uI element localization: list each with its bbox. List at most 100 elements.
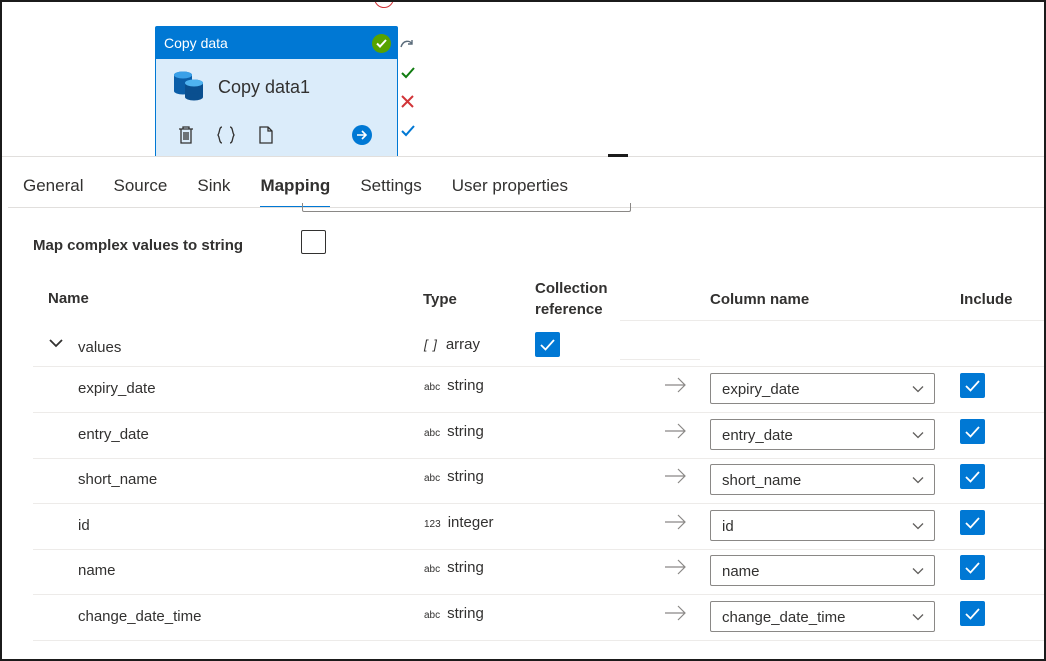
- type-badge-icon: 123: [424, 519, 441, 530]
- include-checkbox[interactable]: [960, 555, 985, 580]
- clone-icon[interactable]: [258, 126, 276, 144]
- tab-sink[interactable]: Sink: [197, 166, 230, 208]
- type-badge-icon: abc: [424, 610, 441, 621]
- failure-port-icon[interactable]: [400, 94, 415, 109]
- copy-data-activity[interactable]: Copy data Copy data1: [155, 26, 398, 156]
- column-name-value: change_date_time: [722, 609, 846, 626]
- chevron-down-icon: [912, 517, 934, 534]
- panel-divider: [2, 156, 1044, 157]
- include-checkbox[interactable]: [960, 601, 985, 626]
- arrow-right-icon: [664, 514, 688, 530]
- activity-toolbar: [156, 115, 397, 155]
- header-name: Name: [48, 290, 89, 307]
- success-port-icon[interactable]: [400, 65, 415, 80]
- parent-field-name: values: [78, 339, 122, 356]
- row-divider: [33, 503, 1044, 504]
- field-type-label: string: [447, 423, 484, 440]
- column-name-dropdown[interactable]: id: [710, 510, 935, 541]
- skip-port-icon[interactable]: [400, 36, 415, 51]
- tab-source[interactable]: Source: [113, 166, 167, 208]
- chevron-down-icon: [912, 380, 934, 397]
- success-check-icon: [372, 33, 391, 53]
- tab-general[interactable]: General: [23, 166, 83, 208]
- type-badge-icon: abc: [424, 473, 441, 484]
- header-type: Type: [423, 291, 457, 308]
- field-type: abc string: [424, 423, 484, 440]
- type-badge-icon: abc: [424, 428, 441, 439]
- arrow-right-icon: [664, 559, 688, 575]
- tab-user-properties[interactable]: User properties: [452, 166, 568, 208]
- column-name-dropdown[interactable]: entry_date: [710, 419, 935, 450]
- source-field-name: short_name: [78, 471, 158, 488]
- row-divider: [33, 594, 1044, 595]
- parent-type-label: array: [445, 336, 481, 353]
- field-type: abc string: [424, 468, 484, 485]
- type-badge-icon: abc: [424, 382, 441, 393]
- array-type-icon: [ ]: [424, 337, 438, 352]
- pipeline-canvas[interactable]: Copy data Copy data1: [2, 2, 1044, 156]
- chevron-down-icon[interactable]: [48, 337, 64, 349]
- delete-icon[interactable]: [178, 126, 194, 144]
- arrow-right-icon: [664, 423, 688, 439]
- connector-handle[interactable]: [374, 2, 394, 8]
- column-name-dropdown[interactable]: name: [710, 555, 935, 586]
- type-badge-icon: abc: [424, 564, 441, 575]
- map-complex-checkbox[interactable]: [301, 230, 326, 254]
- row-divider: [33, 549, 1044, 550]
- run-arrow-icon[interactable]: [352, 125, 372, 145]
- field-type: abc string: [424, 605, 484, 622]
- column-name-value: short_name: [722, 472, 802, 489]
- activity-body: Copy data1: [156, 59, 397, 115]
- field-type-label: string: [447, 377, 484, 394]
- header-collection-line2: reference: [535, 301, 603, 318]
- parent-type: [ ] array: [424, 336, 480, 353]
- scrolled-input-field[interactable]: [302, 203, 631, 212]
- source-field-name: id: [78, 517, 90, 534]
- field-type-label: string: [447, 468, 484, 485]
- collection-reference-checkbox[interactable]: [535, 332, 560, 357]
- row-divider: [33, 640, 1044, 641]
- tab-settings[interactable]: Settings: [360, 166, 421, 208]
- column-name-dropdown[interactable]: short_name: [710, 464, 935, 495]
- completion-port-icon[interactable]: [400, 123, 415, 138]
- activity-header: Copy data: [156, 27, 397, 59]
- properties-tabs: General Source Sink Mapping Settings Use…: [8, 166, 583, 208]
- include-checkbox[interactable]: [960, 419, 985, 444]
- chevron-down-icon: [912, 608, 934, 625]
- arrow-right-icon: [664, 605, 688, 621]
- field-type-label: string: [447, 559, 484, 576]
- column-name-value: id: [722, 518, 734, 535]
- header-collection-line1: Collection: [535, 280, 608, 297]
- include-checkbox[interactable]: [960, 373, 985, 398]
- chevron-down-icon: [912, 562, 934, 579]
- source-field-name: name: [78, 562, 116, 579]
- header-include: Include: [960, 291, 1013, 308]
- source-field-name: expiry_date: [78, 380, 156, 397]
- panel-resize-handle[interactable]: [608, 154, 628, 157]
- row-divider: [33, 366, 1044, 367]
- arrow-right-icon: [664, 377, 688, 393]
- field-type-label: integer: [447, 514, 494, 531]
- source-field-name: entry_date: [78, 426, 149, 443]
- arrow-right-icon: [664, 468, 688, 484]
- activity-name: Copy data1: [218, 76, 311, 97]
- chevron-down-icon: [912, 471, 934, 488]
- tab-mapping[interactable]: Mapping: [260, 166, 330, 208]
- header-collection-reference: Collection reference: [535, 278, 608, 320]
- chevron-down-icon: [912, 426, 934, 443]
- field-type-label: string: [447, 605, 484, 622]
- column-name-dropdown[interactable]: expiry_date: [710, 373, 935, 404]
- header-column-name: Column name: [710, 291, 810, 308]
- header-divider: [620, 320, 1044, 321]
- field-type: 123 integer: [424, 514, 494, 531]
- row-divider: [620, 359, 700, 360]
- include-checkbox[interactable]: [960, 464, 985, 489]
- field-type: abc string: [424, 559, 484, 576]
- source-field-name: change_date_time: [78, 608, 202, 625]
- column-name-dropdown[interactable]: change_date_time: [710, 601, 935, 632]
- map-complex-label: Map complex values to string: [33, 237, 244, 254]
- field-type: abc string: [424, 377, 484, 394]
- include-checkbox[interactable]: [960, 510, 985, 535]
- activity-output-ports: [400, 36, 416, 152]
- code-icon[interactable]: [216, 126, 236, 144]
